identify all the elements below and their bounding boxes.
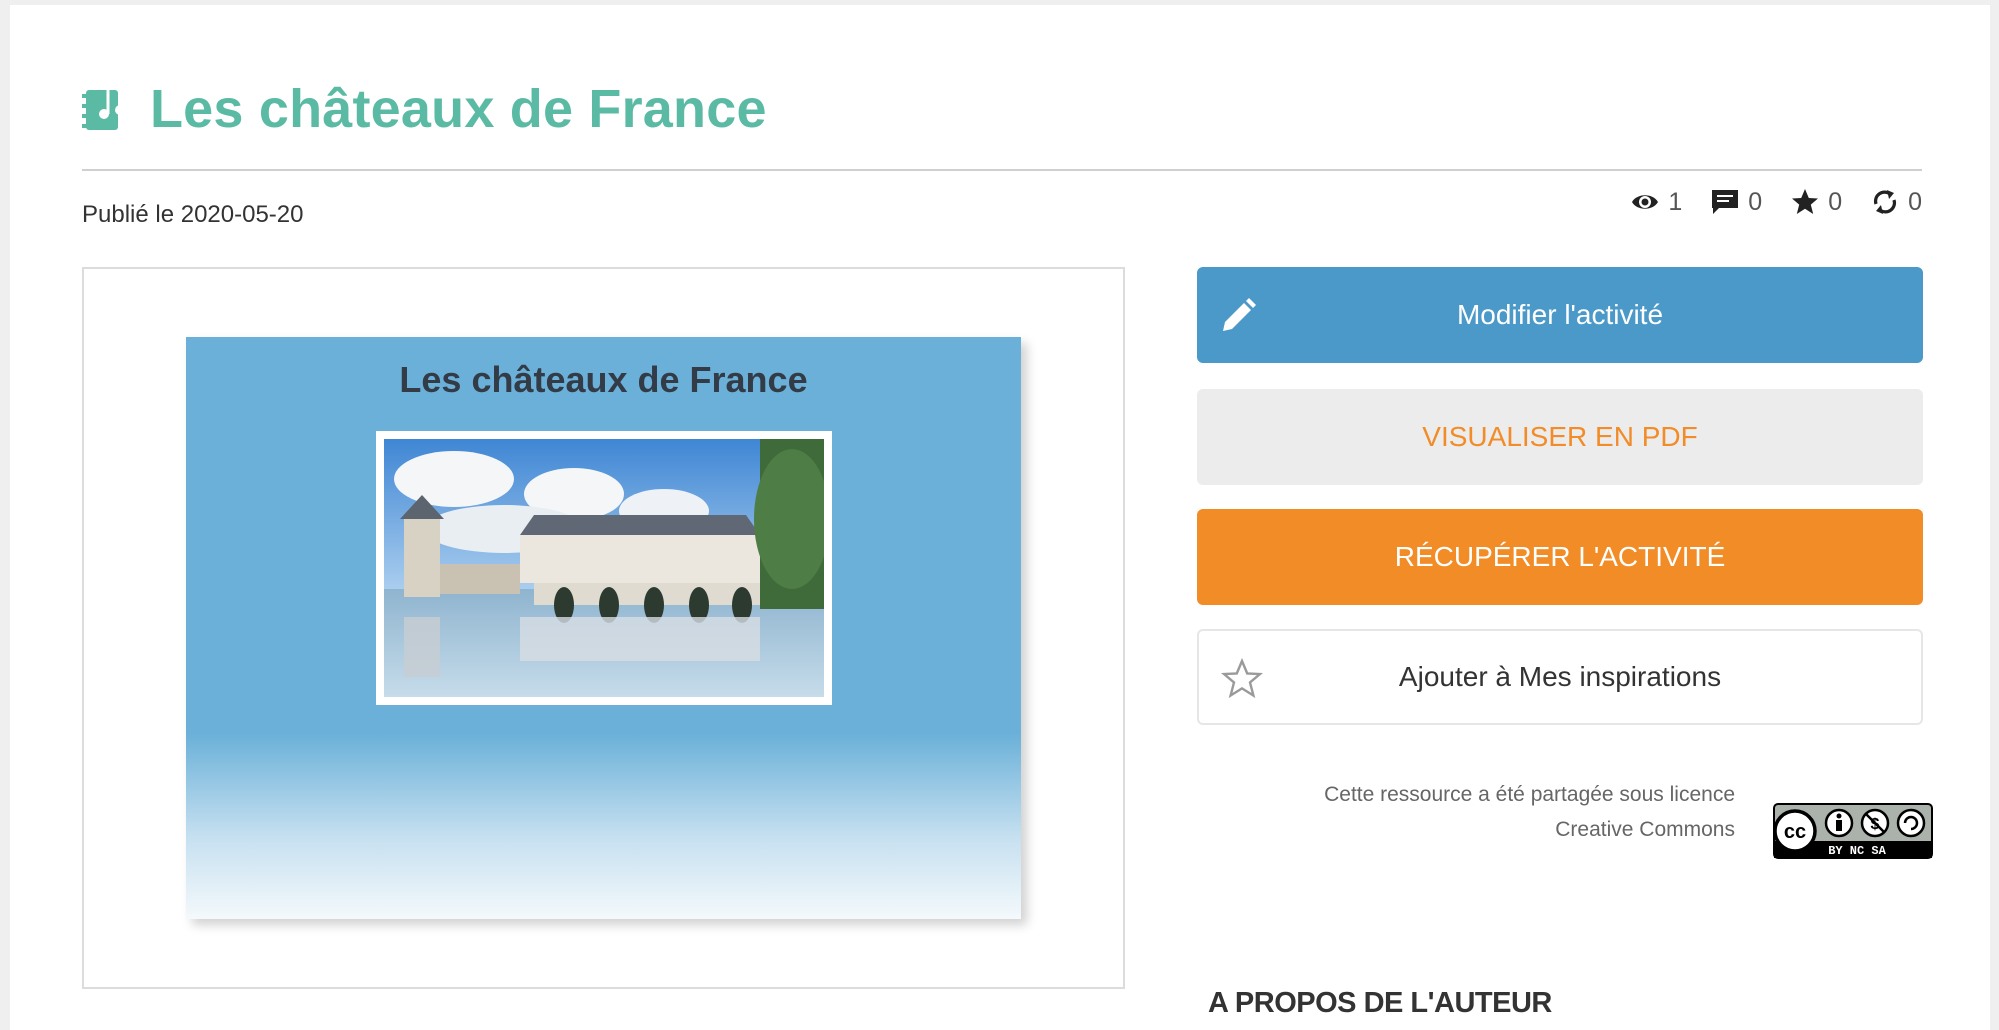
comments-count: 0 [1748,187,1763,216]
add-inspirations-label: Ajouter à Mes inspirations [1398,661,1722,692]
star-outline-icon [1221,658,1263,699]
creative-commons-badge[interactable]: cc $ BY NC SA [1773,803,1933,859]
stats-bar: 1 0 0 0 [1630,187,1922,217]
title-divider [82,169,1922,171]
view-pdf-button[interactable]: VISUALISER EN PDF [1197,389,1923,485]
published-date: Publié le 2020-05-20 [82,201,304,228]
pencil-icon [1223,298,1256,331]
preview-slide: Les châteaux de France [186,337,1021,919]
music-book-icon [82,84,126,130]
view-pdf-label: VISUALISER EN PDF [1422,421,1698,452]
activity-preview[interactable]: Les châteaux de France [82,267,1125,989]
stat-views: 1 [1630,187,1682,217]
get-activity-button[interactable]: RÉCUPÉRER L'ACTIVITÉ [1197,509,1923,605]
get-activity-label: RÉCUPÉRER L'ACTIVITÉ [1394,541,1726,572]
sync-icon [1874,190,1897,214]
castle-photo [376,431,832,705]
title-row: Les châteaux de France [82,78,767,140]
edit-activity-button[interactable]: Modifier l'activité [1197,267,1923,363]
comment-icon [1712,190,1739,214]
shares-count: 0 [1908,187,1922,216]
svg-text:cc: cc [1784,821,1806,843]
license-text: Cette ressource a été partagée sous lice… [1324,783,1735,841]
page: Les châteaux de France Publié le 2020-05… [10,5,1990,1030]
license-badge-text: BY NC SA [1828,844,1886,858]
page-title: Les châteaux de France [150,79,767,139]
stat-comments: 0 [1710,187,1762,217]
stat-shares: 0 [1870,187,1922,217]
favorites-count: 0 [1828,187,1843,216]
add-inspirations-button[interactable]: Ajouter à Mes inspirations [1197,629,1923,725]
eye-icon [1632,195,1659,209]
slide-title: Les châteaux de France [399,359,808,400]
castle-image [384,439,824,697]
star-icon [1792,189,1819,214]
edit-activity-label: Modifier l'activité [1456,299,1664,330]
stat-favorites: 0 [1790,187,1842,217]
about-author-heading: A PROPOS DE L'AUTEUR [1208,987,1552,1019]
views-count: 1 [1668,187,1683,216]
